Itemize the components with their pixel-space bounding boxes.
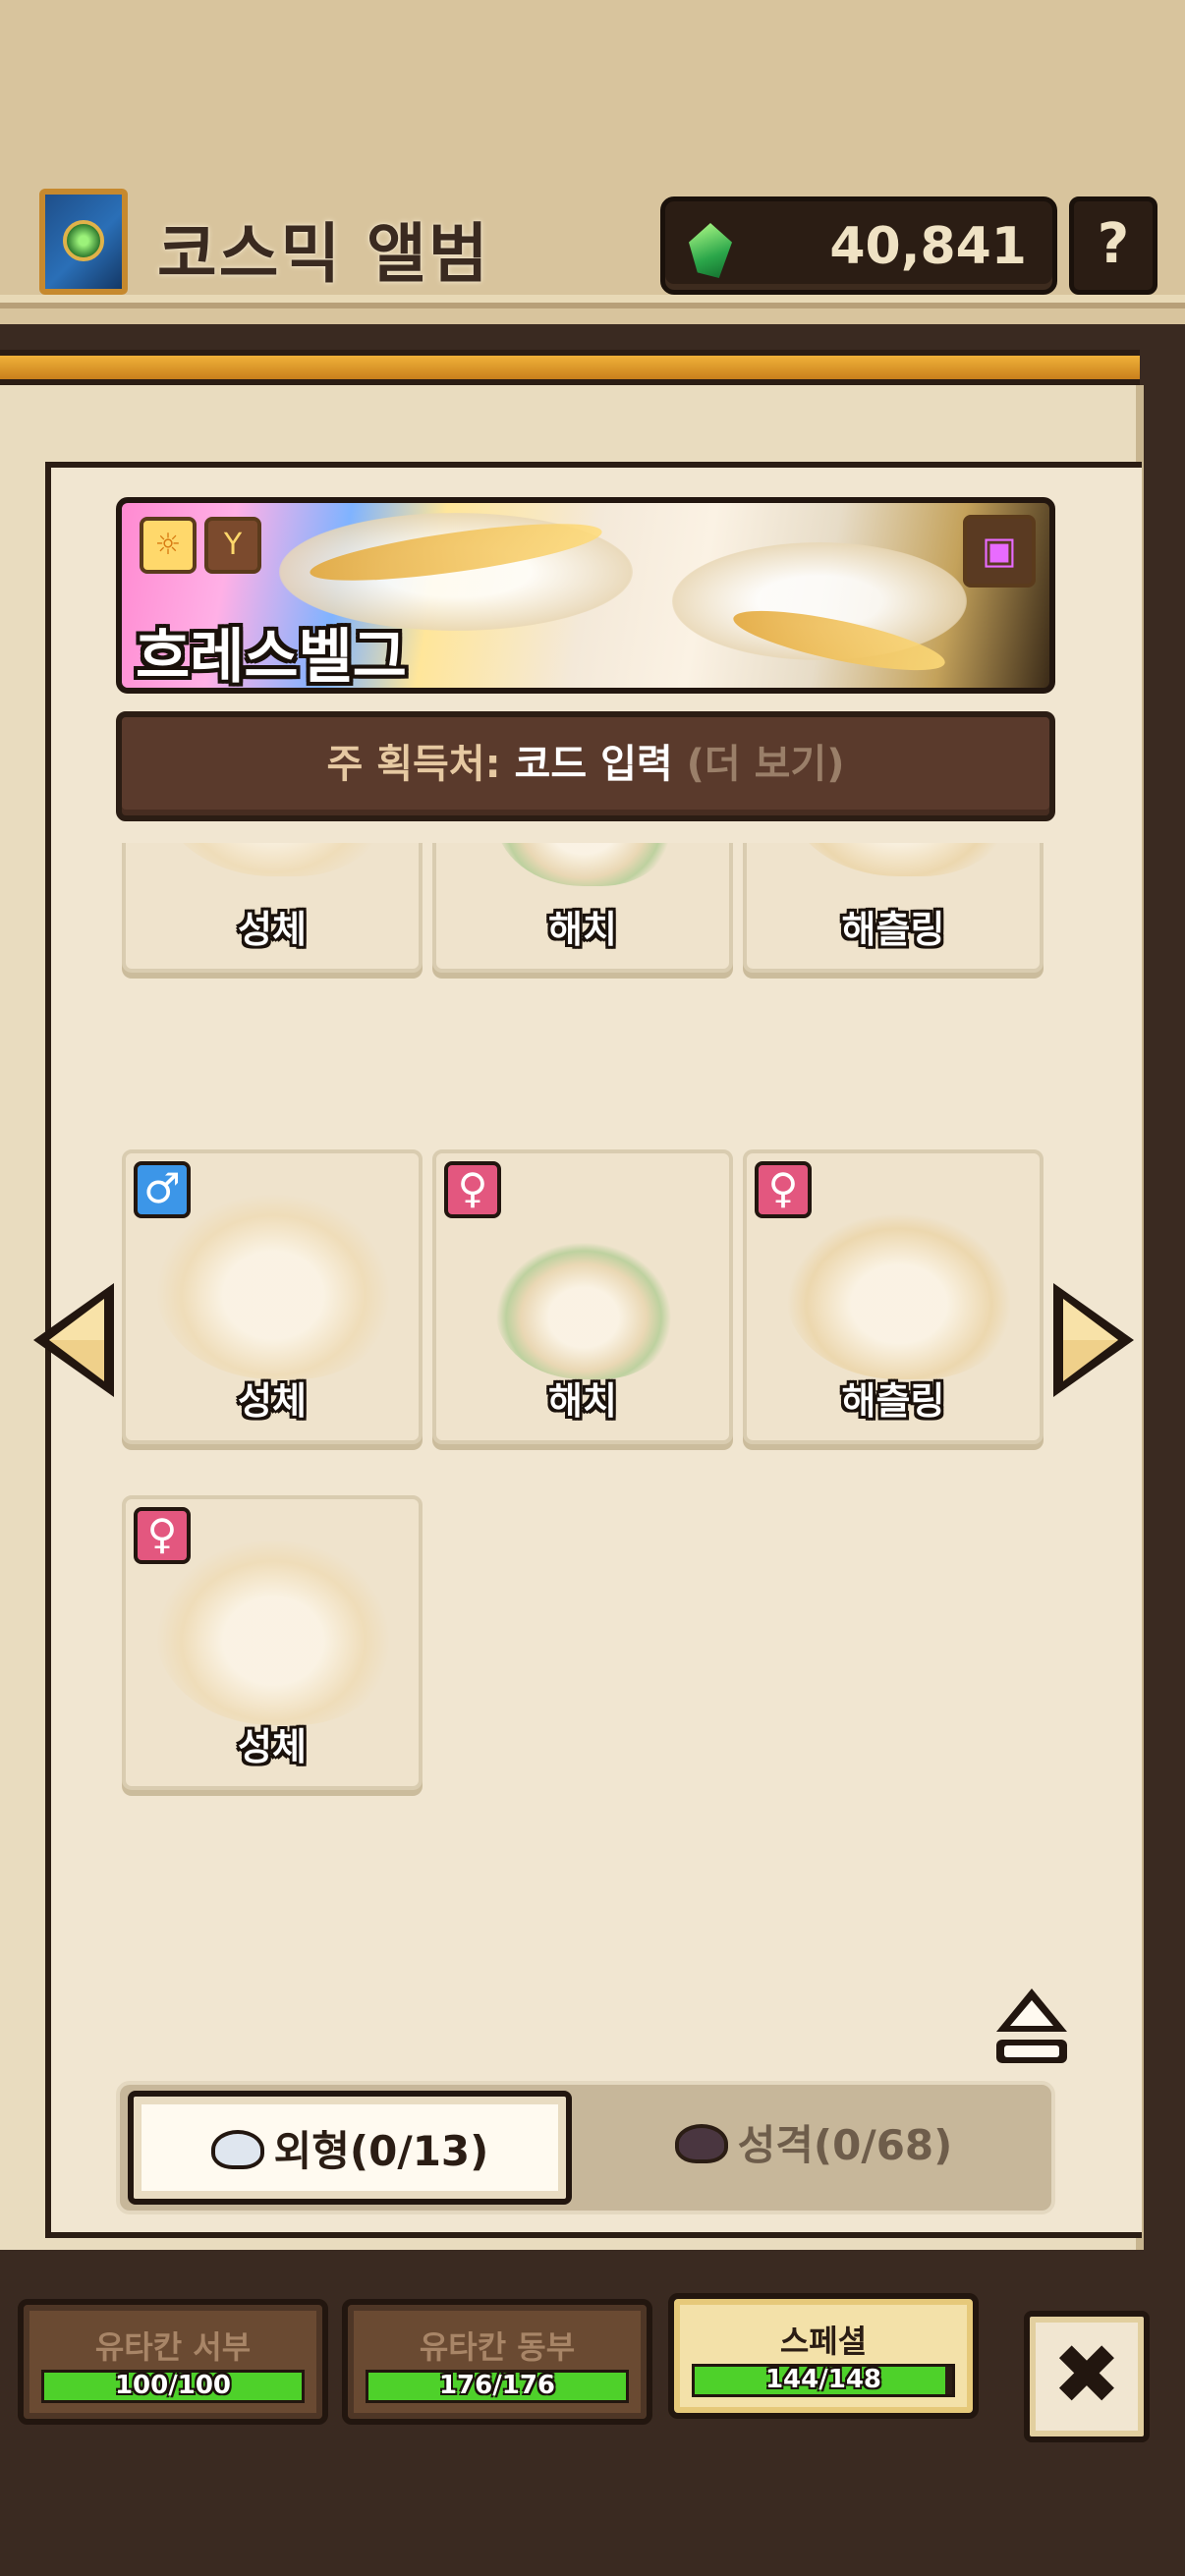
region-progress-bar: 100/100 — [41, 2370, 305, 2403]
tab-label: 성격(0/68) — [737, 2121, 953, 2169]
form-grid: ♀ 성체 ♂ 해치 ♂ 해츨링 ♂ 성체 ♀ 해치 ♀ 해츨링 ♀ 성체 — [116, 843, 1059, 1835]
region-button-special[interactable]: 스페셜 144/148 — [668, 2293, 979, 2419]
dragon-name: 흐레스벨그 — [136, 623, 407, 692]
form-card-hatch[interactable]: ♂ 해치 — [432, 843, 733, 973]
progress-text: 144/148 — [764, 2365, 882, 2394]
form-card-hatchling[interactable]: ♀ 해츨링 — [743, 1149, 1044, 1444]
form-label: 해치 — [548, 1379, 617, 1423]
region-progress-bar: 144/148 — [692, 2364, 955, 2397]
dragon-silhouette — [495, 843, 672, 886]
category-tabs: 외형(0/13) 성격(0/68) — [116, 2081, 1055, 2214]
crystal-currency-display: 40,841 — [660, 196, 1057, 295]
dragon-silhouette — [155, 843, 391, 876]
progress-text: 176/176 — [438, 2371, 556, 2400]
page-title: 코스믹 앨범 — [157, 216, 490, 292]
book-spine-stripe — [0, 350, 1140, 385]
green-crystal-icon — [689, 223, 732, 278]
help-button[interactable]: ? — [1069, 196, 1157, 295]
female-icon: ♀ — [134, 1507, 191, 1564]
tab-label: 외형(0/13) — [273, 2127, 489, 2175]
dark-dragon-head-icon — [674, 2124, 728, 2163]
form-card-adult[interactable]: ♀ 성체 — [122, 1495, 423, 1790]
close-button[interactable]: ✖ — [1024, 2311, 1150, 2442]
region-name: 유타칸 동부 — [419, 2328, 576, 2366]
tab-appearance[interactable]: 외형(0/13) — [128, 2091, 572, 2205]
form-label: 성체 — [238, 1379, 307, 1423]
region-name: 유타칸 서부 — [94, 2328, 252, 2366]
source-value: 코드 입력 — [514, 742, 673, 787]
white-dragon-head-icon — [210, 2130, 264, 2169]
source-label: 주 획득처: — [326, 742, 501, 787]
form-label: 해츨링 — [841, 1379, 945, 1423]
male-icon: ♂ — [134, 1161, 191, 1218]
progress-text: 100/100 — [114, 2371, 232, 2400]
see-more-link[interactable]: (더 보기) — [687, 742, 845, 787]
scroll-top-eject-icon[interactable] — [992, 1985, 1071, 2067]
form-label: 해치 — [548, 908, 617, 951]
codex-book-icon[interactable]: ▣ — [963, 515, 1036, 588]
region-progress-bar: 176/176 — [366, 2370, 629, 2403]
dragon-silhouette — [786, 843, 1012, 876]
dragon-silhouette — [155, 1539, 391, 1725]
region-button-utakan-east[interactable]: 유타칸 동부 176/176 — [342, 2299, 652, 2425]
currency-amount: 40,841 — [829, 217, 1027, 276]
region-name: 스페셜 — [779, 2323, 868, 2360]
next-page-arrow-icon[interactable] — [1045, 1277, 1140, 1403]
form-label: 해츨링 — [841, 908, 945, 951]
form-card-hatch[interactable]: ♀ 해치 — [432, 1149, 733, 1444]
acquisition-source-bar[interactable]: 주 획득처: 코드 입력 (더 보기) — [116, 711, 1055, 821]
cosmic-album-book-icon — [39, 189, 128, 295]
female-icon: ♀ — [444, 1161, 501, 1218]
dragon-silhouette — [155, 1193, 391, 1379]
region-button-utakan-west[interactable]: 유타칸 서부 100/100 — [18, 2299, 328, 2425]
female-icon: ♀ — [755, 1161, 812, 1218]
form-label: 성체 — [238, 1725, 307, 1768]
form-label: 성체 — [238, 908, 307, 951]
dragon-silhouette — [786, 1212, 1012, 1379]
dragon-banner: ☼ Y ▣ 흐레스벨그 — [116, 497, 1055, 694]
top-bar-divider — [0, 295, 1185, 308]
form-card-adult[interactable]: ♂ 성체 — [122, 1149, 423, 1444]
light-element-icon: ☼ — [140, 517, 197, 574]
previous-page-arrow-icon[interactable] — [28, 1277, 122, 1403]
sprout-icon: Y — [204, 517, 261, 574]
form-card-hatchling[interactable]: ♂ 해츨링 — [743, 843, 1044, 973]
dragon-silhouette — [495, 1242, 672, 1379]
form-card-adult[interactable]: ♀ 성체 — [122, 843, 423, 973]
tab-personality[interactable]: 성격(0/68) — [592, 2091, 1036, 2205]
